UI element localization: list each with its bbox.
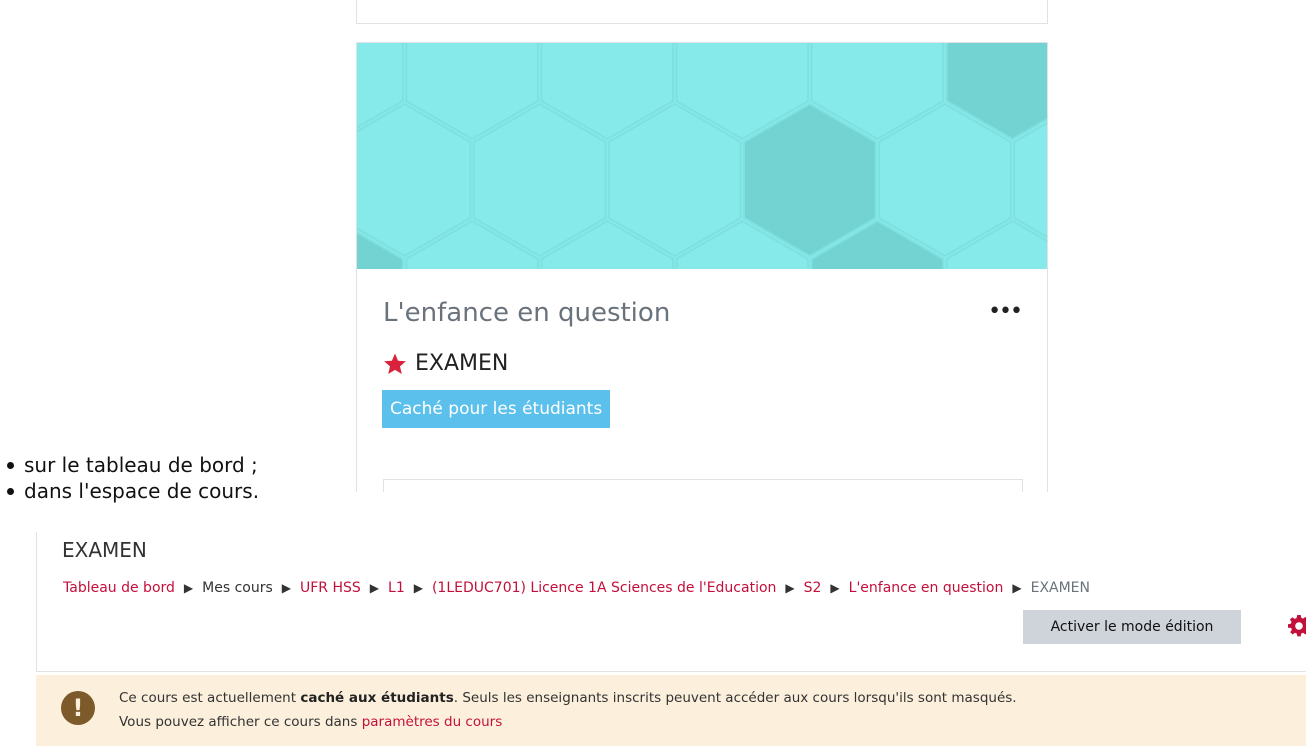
alert-text: Ce cours est actuellement [119,690,301,706]
alert-text: . Seuls les enseignants inscrits peuvent… [453,690,1017,706]
star-icon [384,353,406,374]
next-card-top [383,479,1023,492]
alert-message: Ce cours est actuellement caché aux étud… [119,686,1017,734]
gear-icon[interactable] [1287,614,1306,638]
breadcrumb: Tableau de bord ▶ Mes cours ▶ UFR HSS ▶ L1 ▶ (1L… [63,580,1090,596]
settings-menu[interactable]: ▾ [1287,614,1306,638]
page-title: EXAMEN [62,538,147,562]
hidden-badge: Caché pour les étudiants [382,390,611,428]
breadcrumb-separator: ▶ [281,581,291,595]
exclamation-icon: ! [61,691,95,725]
favourite-row: EXAMEN [383,351,508,376]
alert-line-2: Vous pouvez afficher ce cours dans param… [119,710,1017,734]
more-menu-icon[interactable]: ••• [988,301,1023,323]
breadcrumb-item[interactable]: S2 [804,580,822,596]
course-title[interactable]: L'enfance en question [383,298,670,328]
course-settings-link[interactable]: paramètres du cours [362,714,503,730]
breadcrumb-separator: ▶ [183,581,194,595]
breadcrumb-item[interactable]: L'enfance en question [849,580,1004,596]
breadcrumb-item[interactable]: L1 [388,580,405,596]
course-short-name: EXAMEN [415,351,509,376]
breadcrumb-item[interactable]: Tableau de bord [63,580,175,596]
breadcrumb-separator: ▶ [369,581,380,595]
bullet-list: sur le tableau de bord ; dans l'espace d… [0,452,259,504]
hidden-course-alert: ! Ce cours est actuellement caché aux ét… [36,675,1306,746]
breadcrumb-separator: ▶ [830,581,840,595]
edit-mode-button[interactable]: Activer le mode édition [1023,610,1241,644]
page-header: EXAMEN Tableau de bord ▶ Mes cours ▶ UFR HSS… [36,532,1306,672]
alert-line-1: Ce cours est actuellement caché aux étud… [119,686,1017,710]
breadcrumb-item: EXAMEN [1030,580,1091,596]
breadcrumb-separator: ▶ [413,581,423,595]
breadcrumb-separator: ▶ [1012,581,1022,595]
breadcrumb-item: Mes cours [202,580,273,596]
alert-text: Vous pouvez afficher ce cours dans [119,714,362,730]
breadcrumb-separator: ▶ [785,581,795,595]
alert-emphasis: caché aux étudiants [300,690,454,706]
previous-card-bottom [356,0,1048,24]
course-card[interactable]: L'enfance en question ••• EXAMEN Caché p… [356,42,1048,492]
breadcrumb-item[interactable]: (1LEDUC701) Licence 1A Sciences de l'Edu… [432,580,776,596]
breadcrumb-item[interactable]: UFR HSS [300,580,361,596]
list-item: dans l'espace de cours. [0,478,259,504]
course-image [357,43,1047,269]
list-item: sur le tableau de bord ; [0,452,259,478]
